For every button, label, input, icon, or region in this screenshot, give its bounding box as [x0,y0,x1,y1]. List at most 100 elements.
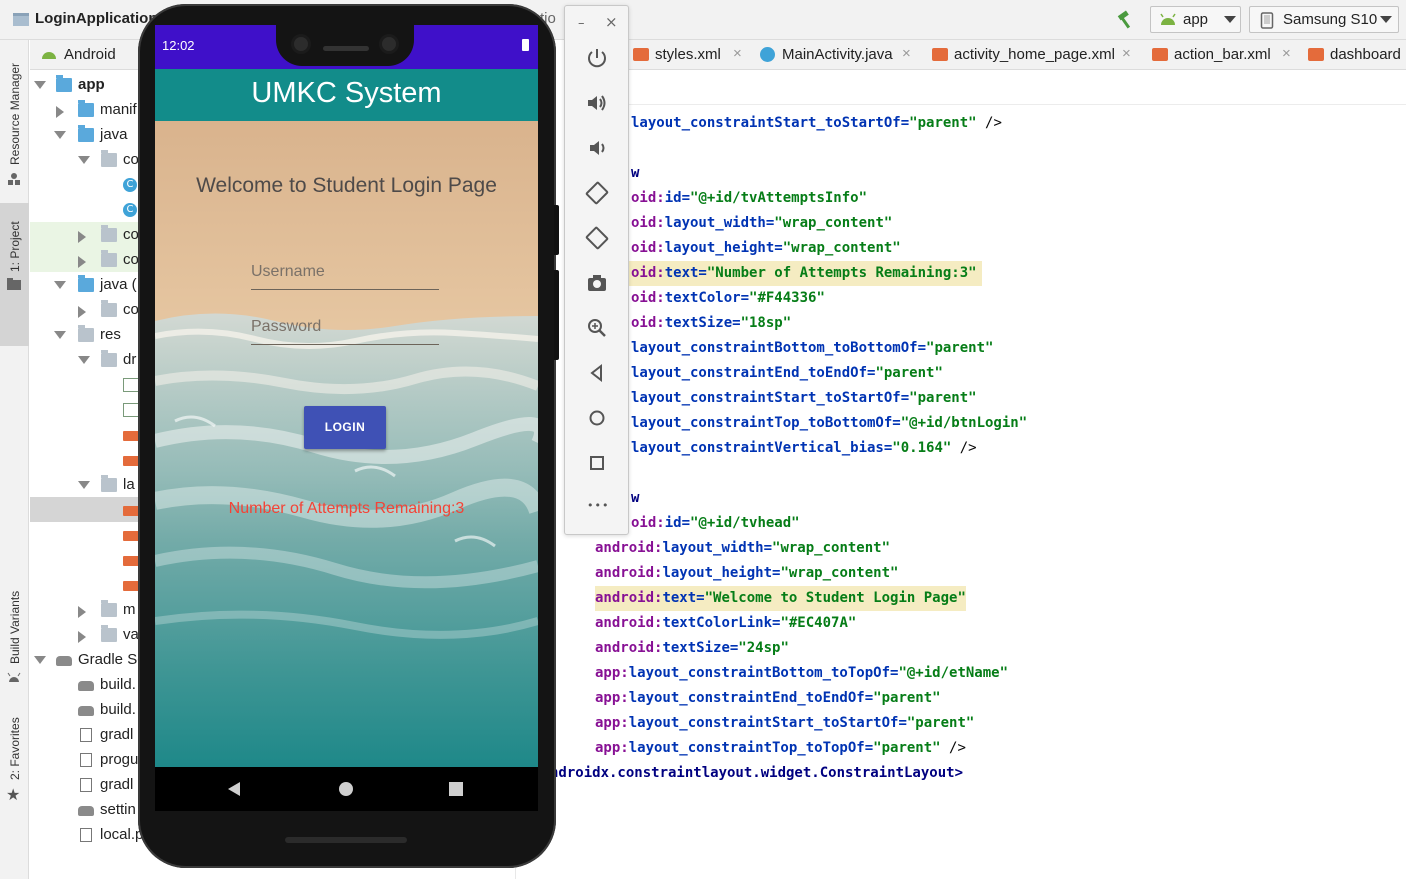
tree-item-xml[interactable] [30,573,150,598]
expand-arrow-icon[interactable] [54,131,66,139]
tree-item-java-generated[interactable]: java ( [30,273,150,298]
expand-arrow-icon[interactable] [34,656,46,664]
tree-label: m [123,601,136,618]
code-line: ndroidx.constraintlayout.widget.Constrai… [550,765,964,781]
tree-item-class[interactable]: C [30,173,150,198]
code-line: oid:textSize="18sp" [631,315,792,331]
folder-icon [7,278,21,290]
tree-label: res [100,326,121,343]
close-icon[interactable]: × [1282,45,1291,62]
tree-item-image[interactable] [30,373,150,398]
tree-item-drawable[interactable]: dr [30,348,150,373]
tree-item-manifests[interactable]: manif [30,98,150,123]
project-tool-tab[interactable]: 1: Project [8,221,22,272]
volume-down-icon[interactable] [585,136,609,160]
tree-item-mipmap[interactable]: m [30,598,150,623]
expand-arrow-icon[interactable] [56,106,64,118]
gradle-icon [78,681,94,691]
java-class-icon: C [123,178,137,192]
password-field[interactable]: Password [251,315,439,345]
build-variants-tab[interactable]: Build Variants [8,591,22,664]
project-folder-icon [13,13,29,26]
nav-back-icon[interactable] [228,782,240,796]
build-hammer-icon[interactable] [1115,9,1137,31]
expand-arrow-icon[interactable] [78,256,86,268]
power-icon[interactable] [585,46,609,70]
home-icon[interactable] [585,406,609,430]
camera-icon[interactable] [585,271,609,295]
run-configuration-select[interactable]: app [1150,6,1241,33]
tree-item-package[interactable]: co [30,248,150,273]
zoom-icon[interactable] [585,316,609,340]
expand-arrow-icon[interactable] [78,481,90,489]
close-icon[interactable]: × [902,45,911,62]
expand-arrow-icon[interactable] [34,81,46,89]
close-icon[interactable]: × [733,45,742,62]
folder-icon [101,475,117,492]
tree-item-xml[interactable] [30,498,150,523]
earpiece-speaker [323,46,369,51]
resource-manager-tab[interactable]: Resource Manager [8,63,22,165]
device-select[interactable]: Samsung S10 [1249,6,1399,33]
tree-item-package[interactable]: co [30,298,150,323]
close-icon[interactable]: × [1122,45,1131,62]
code-line: oid:layout_width="wrap_content" [631,215,893,231]
tree-item-build-gradle[interactable]: build. [30,698,150,723]
code-line: app:layout_constraintEnd_toEndOf="parent… [595,690,941,706]
code-editor[interactable]: layout_constraintStart_toStartOf="parent… [540,111,1406,811]
nav-home-icon[interactable] [339,782,353,796]
rotate-right-icon[interactable] [585,226,609,250]
more-icon[interactable]: ••• [587,499,609,512]
expand-arrow-icon[interactable] [78,306,86,318]
phone-device-icon [1260,12,1274,29]
front-camera-icon [291,34,311,54]
package-folder-icon [101,225,117,242]
login-button-label: LOGIN [324,420,366,434]
rotate-left-icon[interactable] [585,181,609,205]
code-line: android:layout_width="wrap_content" [595,540,891,556]
tree-item-xml[interactable] [30,423,150,448]
expand-arrow-icon[interactable] [78,156,90,164]
close-icon[interactable]: × [605,13,618,31]
minimize-icon[interactable]: – [578,16,585,31]
tree-label: co [123,301,139,318]
tree-item-build-gradle[interactable]: build. [30,673,150,698]
tree-item-package[interactable]: co [30,148,150,173]
username-field[interactable]: Username [251,260,439,290]
tree-item-gradle-scripts[interactable]: Gradle Sc [30,648,150,673]
tree-item-java[interactable]: java [30,123,150,148]
tree-item-package[interactable]: co [30,223,150,248]
tree-item-xml[interactable] [30,548,150,573]
phone-side-button [554,270,559,360]
tree-item-gradle-properties[interactable]: gradl [30,773,150,798]
attempts-remaining-text: Number of Attempts Remaining:3 [228,500,465,517]
tree-item-layout[interactable]: la [30,473,150,498]
volume-up-icon[interactable] [585,91,609,115]
expand-arrow-icon[interactable] [54,331,66,339]
tree-item-app[interactable]: app [30,73,150,98]
expand-arrow-icon[interactable] [78,606,86,618]
overview-icon[interactable] [585,451,609,475]
code-line: layout_constraintEnd_toEndOf="parent" [631,365,943,381]
expand-arrow-icon[interactable] [54,281,66,289]
nav-recents-icon[interactable] [449,782,463,796]
expand-arrow-icon[interactable] [78,356,90,364]
tree-item-local-properties[interactable]: local.p [30,823,150,848]
tree-item-values[interactable]: va [30,623,150,648]
expand-arrow-icon[interactable] [78,631,86,643]
tree-item-res[interactable]: res [30,323,150,348]
properties-file-icon [80,828,92,842]
login-button[interactable]: LOGIN [304,406,386,449]
project-title[interactable]: LoginApplication [35,10,157,27]
tree-item-class[interactable]: C [30,198,150,223]
tree-item-image[interactable] [30,398,150,423]
tree-item-xml[interactable] [30,448,150,473]
tree-item-proguard[interactable]: progu [30,748,150,773]
favorites-tab[interactable]: 2: Favorites [8,717,22,780]
tree-item-settings-gradle[interactable]: settin [30,798,150,823]
tree-item-xml[interactable] [30,523,150,548]
expand-arrow-icon[interactable] [78,231,86,243]
back-icon[interactable] [585,361,609,385]
tree-item-gradle-properties[interactable]: gradl [30,723,150,748]
project-view-mode[interactable]: Android [64,46,116,63]
